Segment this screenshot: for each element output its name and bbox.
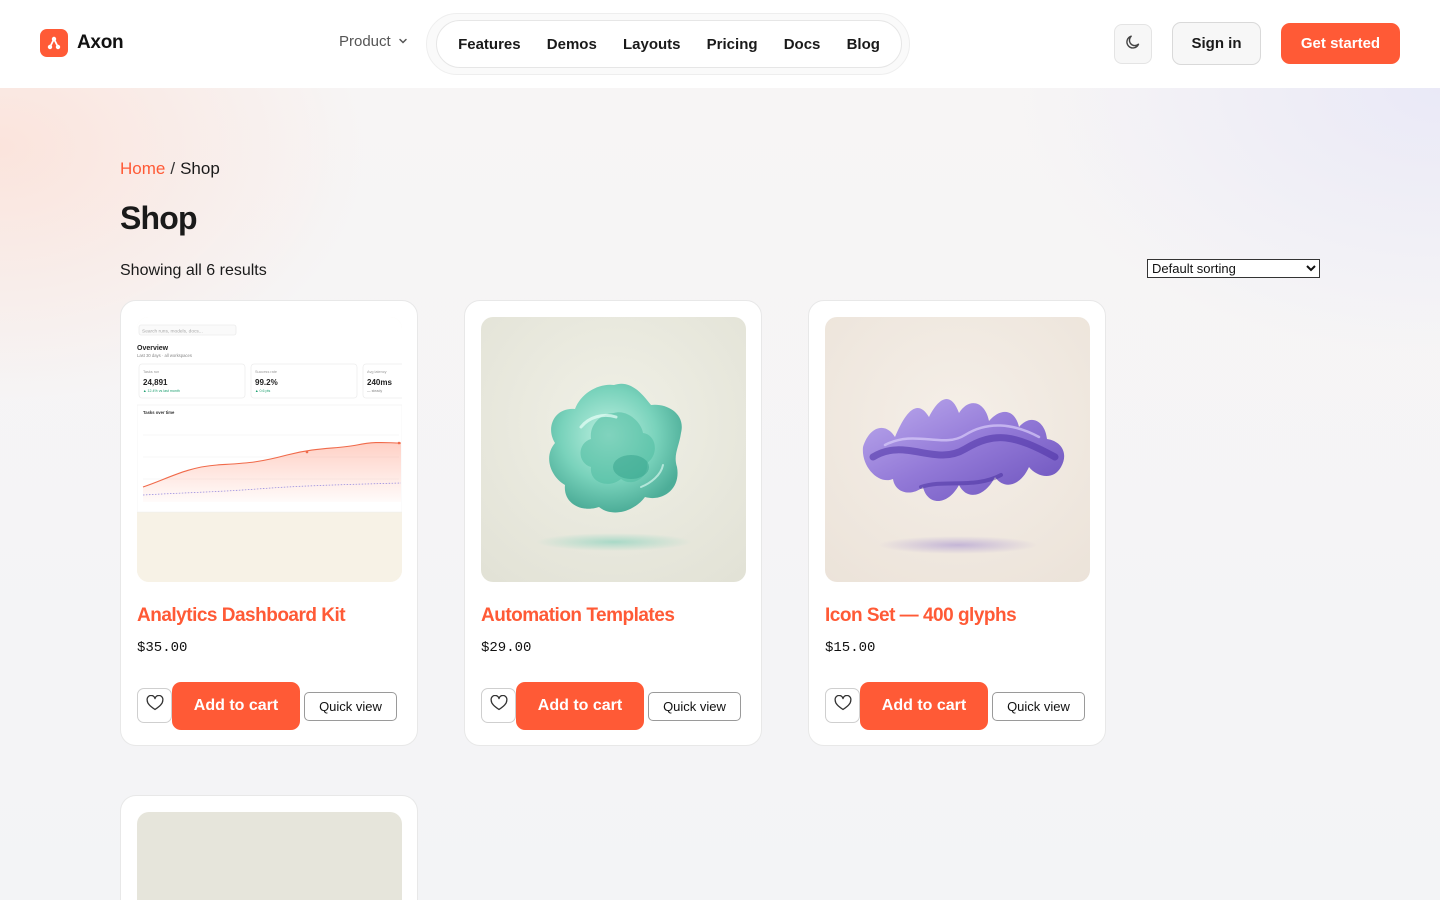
quick-view-button[interactable]: Quick view	[648, 692, 741, 721]
preview-stat-value: 240ms	[367, 378, 392, 387]
heart-icon	[834, 694, 852, 716]
chevron-down-icon	[398, 33, 408, 50]
preview-search: Search runs, models, docs...	[142, 329, 203, 335]
product-title[interactable]: Analytics Dashboard Kit	[137, 605, 346, 627]
heart-icon	[146, 694, 164, 716]
preview-stat-label: Avg latency	[367, 370, 387, 374]
site-header: Axon Product Features Demos Layouts Pric…	[0, 0, 1440, 88]
wishlist-button[interactable]	[137, 688, 172, 723]
sort-select[interactable]: Default sorting	[1147, 259, 1320, 278]
product-image-dashboard[interactable]: Search runs, models, docs... Overview La…	[137, 317, 402, 582]
brand-name: Axon	[77, 32, 124, 53]
breadcrumb-current: Shop	[180, 159, 220, 178]
product-image-teal-blob[interactable]	[481, 317, 746, 582]
product-price: $29.00	[481, 640, 532, 656]
product-card: Icon Set — 400 glyphs $15.00 Add to cart…	[808, 300, 1106, 746]
preview-stat-delta: — steady	[367, 389, 382, 393]
product-title[interactable]: Icon Set — 400 glyphs	[825, 605, 1017, 627]
heart-icon	[490, 694, 508, 716]
nav-link-pricing[interactable]: Pricing	[703, 30, 762, 59]
quick-view-button[interactable]: Quick view	[992, 692, 1085, 721]
nav-link-demos[interactable]: Demos	[543, 30, 601, 59]
product-card: Automation Templates $29.00 Add to cart …	[464, 300, 762, 746]
result-count: Showing all 6 results	[120, 262, 267, 279]
wishlist-button[interactable]	[825, 688, 860, 723]
product-card: Search runs, models, docs... Overview La…	[120, 300, 418, 746]
breadcrumb-home-link[interactable]: Home	[120, 159, 165, 178]
preview-subheading: Last 30 days · all workspaces	[137, 353, 192, 358]
main-nav: Features Demos Layouts Pricing Docs Blog	[436, 20, 902, 68]
product-price: $15.00	[825, 640, 876, 656]
nav-link-layouts[interactable]: Layouts	[619, 30, 685, 59]
product-menu-label: Product	[339, 33, 391, 50]
preview-stat-delta: ▲ 12.4% vs last month	[143, 389, 180, 393]
page-title: Shop	[120, 200, 198, 236]
preview-stat-label: Success rate	[255, 370, 277, 374]
breadcrumb-separator: /	[170, 159, 176, 178]
preview-stat-value: 24,891	[143, 378, 168, 387]
axon-logo-icon	[40, 29, 68, 57]
product-card	[120, 795, 418, 900]
breadcrumb: Home / Shop	[120, 159, 220, 179]
product-title[interactable]: Automation Templates	[481, 605, 675, 627]
preview-stat-value: 99.2%	[255, 378, 278, 387]
preview-stat-delta: ▲ 0.6 pts	[255, 389, 271, 393]
product-price: $35.00	[137, 640, 188, 656]
add-to-cart-button[interactable]: Add to cart	[860, 682, 988, 730]
add-to-cart-button[interactable]: Add to cart	[172, 682, 300, 730]
nav-link-features[interactable]: Features	[454, 30, 525, 59]
preview-heading: Overview	[137, 345, 169, 352]
product-image-placeholder[interactable]	[137, 812, 402, 900]
product-menu[interactable]: Product	[339, 33, 408, 50]
preview-chart-label: Tasks over time	[143, 410, 175, 415]
quick-view-button[interactable]: Quick view	[304, 692, 397, 721]
wishlist-button[interactable]	[481, 688, 516, 723]
brand-logo[interactable]: Axon	[40, 29, 124, 57]
nav-link-docs[interactable]: Docs	[780, 30, 825, 59]
moon-icon	[1124, 33, 1142, 56]
nav-link-blog[interactable]: Blog	[843, 30, 884, 59]
product-image-purple-wave[interactable]	[825, 317, 1090, 582]
get-started-button[interactable]: Get started	[1281, 23, 1400, 64]
add-to-cart-button[interactable]: Add to cart	[516, 682, 644, 730]
preview-stat-label: Tasks run	[143, 370, 159, 374]
sign-in-button[interactable]: Sign in	[1172, 22, 1261, 65]
theme-toggle-button[interactable]	[1114, 24, 1152, 64]
